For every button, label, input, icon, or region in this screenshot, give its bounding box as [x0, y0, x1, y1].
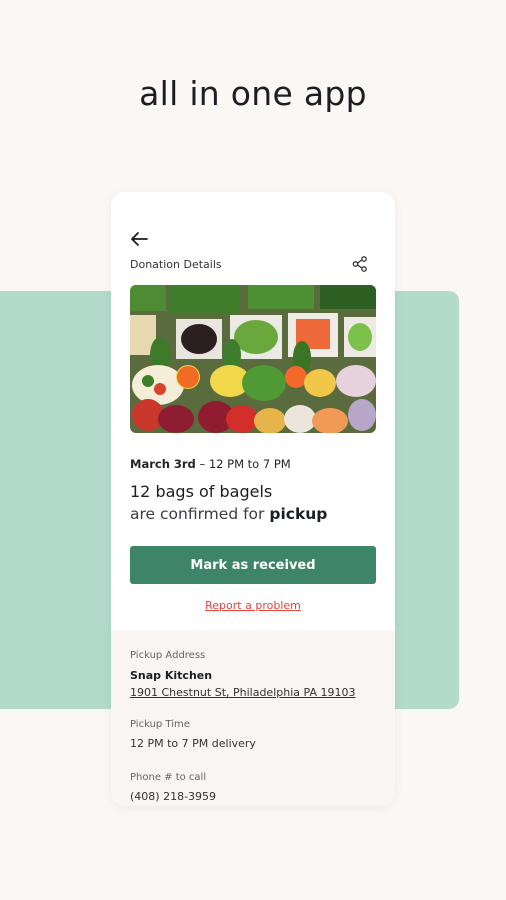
pickup-date-window: 12 PM to 7 PM: [208, 457, 291, 471]
arrow-left-icon: [131, 232, 148, 246]
pickup-time-label: Pickup Time: [130, 719, 190, 730]
donation-status-prefix: are confirmed for: [130, 505, 265, 523]
phone-screen: Donation Details March 3rd – 12 PM to 7 …: [111, 192, 395, 806]
donation-quantity: 12 bags of bagels: [130, 482, 273, 501]
mark-as-received-button[interactable]: Mark as received: [130, 546, 376, 584]
screen-title: Donation Details: [130, 258, 222, 271]
donation-status: are confirmed for pickup: [130, 505, 327, 523]
pickup-name: Snap Kitchen: [130, 669, 213, 682]
share-icon: [352, 256, 367, 272]
report-problem-link[interactable]: Report a problem: [111, 599, 395, 612]
pickup-address-label: Pickup Address: [130, 650, 206, 661]
pickup-address-link[interactable]: 1901 Chestnut St, Philadelphia PA 19103: [130, 686, 355, 699]
phone-number[interactable]: (408) 218-3959: [130, 790, 216, 803]
pickup-time-value: 12 PM to 7 PM delivery: [130, 737, 256, 750]
details-panel: Pickup Address Snap Kitchen 1901 Chestnu…: [111, 630, 395, 806]
pickup-date-day: March 3rd: [130, 457, 196, 471]
pickup-date-separator: –: [199, 457, 209, 471]
donation-status-emphasis: pickup: [269, 505, 328, 523]
share-button[interactable]: [351, 255, 369, 273]
headline: all in one app: [139, 74, 367, 113]
pickup-date: March 3rd – 12 PM to 7 PM: [130, 457, 291, 471]
phone-label: Phone # to call: [130, 772, 207, 783]
donation-food-image: [130, 285, 376, 433]
back-button[interactable]: [129, 230, 151, 248]
